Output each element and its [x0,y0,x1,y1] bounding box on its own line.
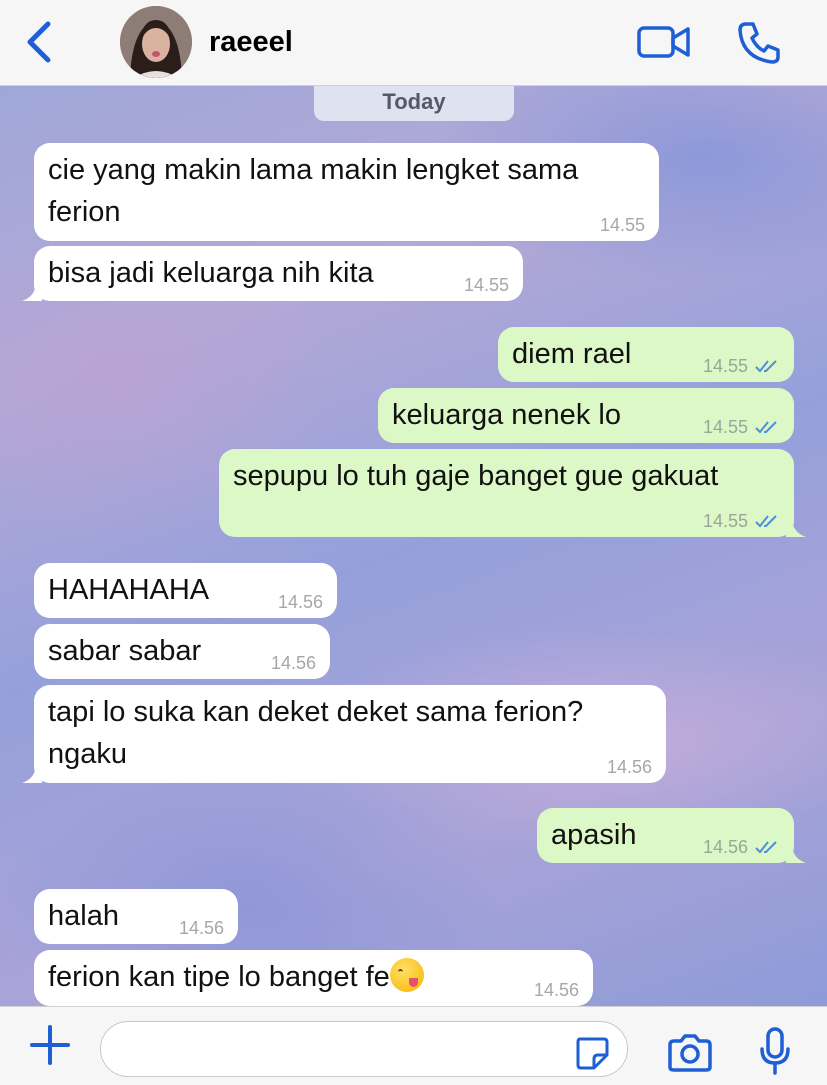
message-incoming[interactable]: cie yang makin lama makin lengket sama f… [34,143,659,241]
bubble-tail [786,521,806,537]
message-incoming[interactable]: sabar sabar 14.56 [34,624,330,679]
message-incoming[interactable]: ferion kan tipe lo banget fe 14.56 [34,950,593,1006]
bubble-tail [786,847,806,863]
read-ticks-icon [755,421,777,434]
message-outgoing[interactable]: apasih 14.56 [537,808,806,863]
message-outgoing[interactable]: sepupu lo tuh gaje banget gue gakuat 14.… [219,449,806,537]
video-camera-icon [637,26,690,58]
message-incoming[interactable]: bisa jadi keluarga nih kita 14.55 [22,246,523,301]
camera-button[interactable] [666,1033,714,1073]
bubble-tail [22,767,42,783]
message-time: 14.55 [702,511,748,531]
sticker-button[interactable] [574,1035,610,1071]
back-button[interactable] [22,20,58,64]
message-text-line: cie yang makin lama makin lengket sama [48,154,579,186]
message-text-line: sepupu lo tuh gaje banget gue gakuat [233,460,719,492]
chat-header: raeeel [0,0,827,86]
chevron-left-icon [27,21,51,63]
voice-message-button[interactable] [758,1027,792,1077]
message-time: 14.56 [606,757,652,777]
message-incoming[interactable]: halah 14.56 [34,889,238,944]
message-time: 14.55 [599,215,645,235]
phone-icon [738,22,780,64]
message-time: 14.55 [702,417,748,437]
message-text-line: ferion kan tipe lo banget fe [48,961,390,993]
message-text-wrapper: ferion kan tipe lo banget fe [48,956,579,998]
message-text-line: ferion [48,196,121,228]
plus-icon [30,1025,70,1065]
message-time: 14.56 [702,837,748,857]
contact-name[interactable]: raeeel [209,26,293,59]
message-input[interactable] [100,1021,628,1077]
message-text-line: tapi lo suka kan deket deket sama ferion… [48,696,584,728]
message-time: 14.56 [533,980,579,1000]
read-ticks-icon [755,515,777,528]
video-call-button[interactable] [636,20,692,64]
message-text-line: bisa jadi keluarga nih kita [48,257,374,289]
message-text-line: ngaku [48,738,128,770]
camera-icon [668,1034,712,1072]
read-ticks-icon [755,360,777,373]
yum-face-emoji [389,958,424,992]
message-incoming[interactable]: tapi lo suka kan deket deket sama ferion… [22,685,666,783]
avatar-photo [120,6,192,78]
attach-button[interactable] [28,1023,72,1067]
bubble-tail [22,285,42,301]
message-outgoing[interactable]: diem rael 14.55 [498,327,794,382]
message-incoming[interactable]: HAHAHAHA 14.56 [34,563,337,618]
message-time: 14.55 [463,275,509,295]
chat-area[interactable]: Today cie yang makin lama makin lengket … [0,86,827,1006]
message-outgoing[interactable]: keluarga nenek lo 14.55 [378,388,794,443]
message-composer [0,1006,827,1085]
voice-call-button[interactable] [736,18,784,66]
date-separator: Today [314,86,514,121]
sticker-icon [576,1037,609,1070]
avatar[interactable] [120,6,192,78]
message-time: 14.56 [277,592,323,612]
message-time: 14.56 [178,918,224,938]
message-time: 14.55 [702,356,748,376]
microphone-icon [760,1027,790,1075]
read-ticks-icon [755,841,777,854]
message-time: 14.56 [270,653,316,673]
